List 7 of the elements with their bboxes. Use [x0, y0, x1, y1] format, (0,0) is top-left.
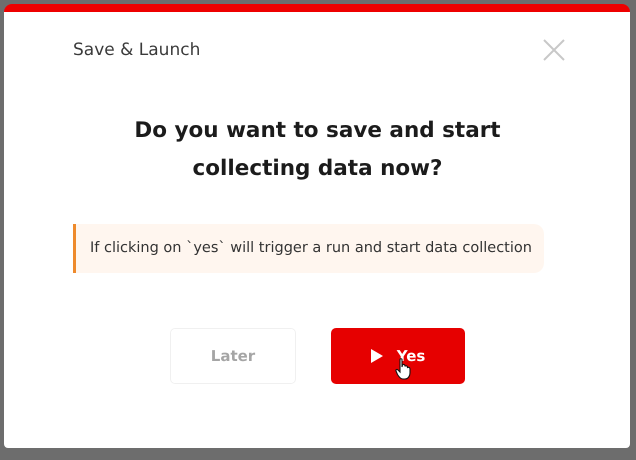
close-icon[interactable] [543, 39, 565, 61]
play-icon [370, 349, 383, 363]
info-note: If clicking on `yes` will trigger a run and start data collection [73, 224, 544, 273]
later-button[interactable]: Later [170, 328, 296, 384]
dialog-heading: Do you want to save and start collecting data now? [133, 117, 502, 183]
dialog-title: Save & Launch [73, 40, 200, 60]
yes-button[interactable]: Yes [331, 328, 465, 384]
